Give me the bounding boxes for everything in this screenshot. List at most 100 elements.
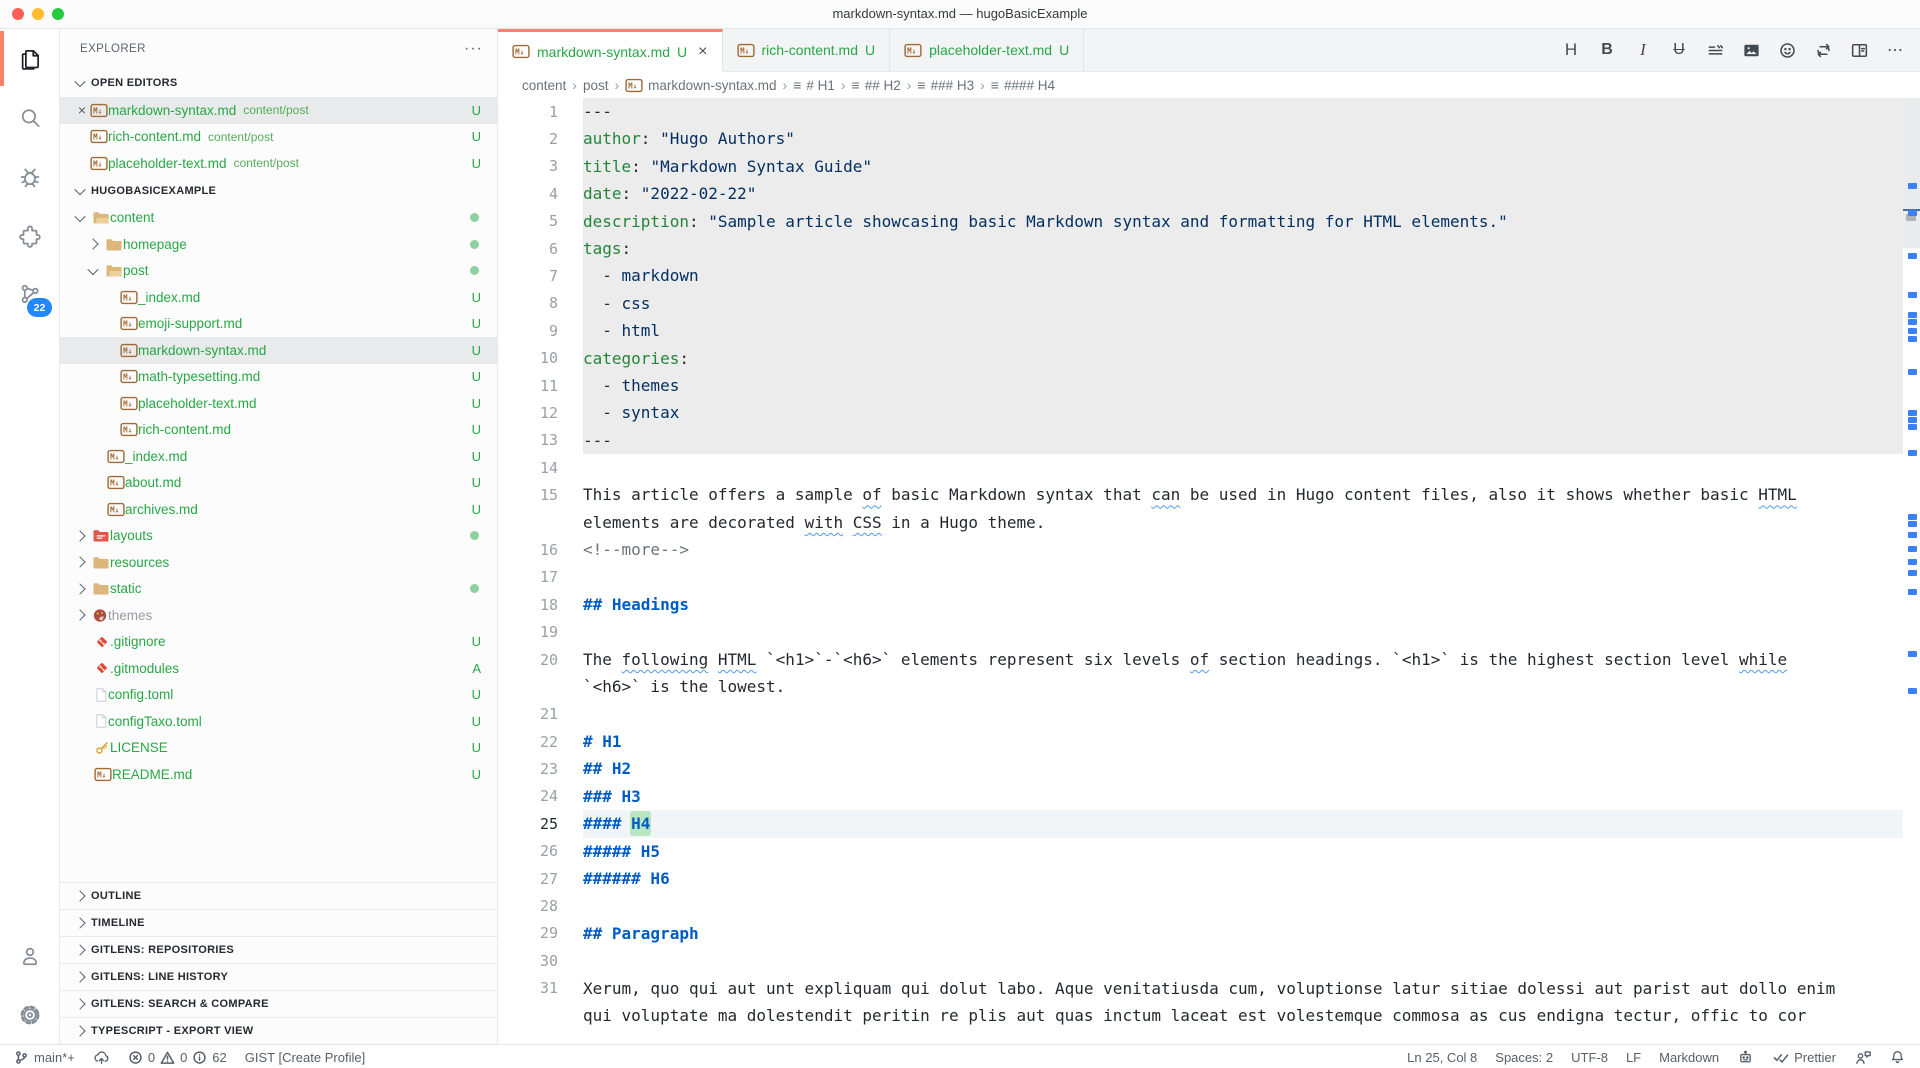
workspace-root-header[interactable]: HUGOBASICEXAMPLE <box>60 177 497 205</box>
code-area[interactable]: 1---2author: "Hugo Authors"3title: "Mark… <box>498 98 1920 1044</box>
heading-icon[interactable]: H <box>1560 39 1582 61</box>
tab-rich-content-md[interactable]: M↓rich-content.mdU <box>723 29 891 71</box>
code-line[interactable]: 27###### H6 <box>498 865 1903 892</box>
tree-item-static[interactable]: static <box>60 576 497 603</box>
line-content[interactable] <box>583 892 1903 919</box>
activity-bar-item-settings[interactable] <box>0 985 59 1044</box>
open-editor-item[interactable]: M↓placeholder-text.mdcontent/postU <box>60 150 497 177</box>
activity-bar-item-extensions[interactable] <box>0 206 59 265</box>
line-content[interactable]: The following HTML `<h1>`-`<h6>` element… <box>583 646 1903 673</box>
tree-item-license[interactable]: LICENSEU <box>60 735 497 762</box>
line-content[interactable]: ### H3 <box>583 783 1903 810</box>
gist-profile-button[interactable]: GIST [Create Profile] <box>245 1050 365 1065</box>
sync-changes-button[interactable] <box>93 1049 110 1066</box>
sidebar-panel-timeline[interactable]: TIMELINE <box>60 909 497 936</box>
code-line[interactable]: 28 <box>498 892 1903 919</box>
breadcrumb-item[interactable]: content <box>522 78 566 93</box>
code-line[interactable]: 6tags: <box>498 235 1903 262</box>
tab-placeholder-text-md[interactable]: M↓placeholder-text.mdU <box>890 29 1084 71</box>
problems-status[interactable]: 0062 <box>128 1050 227 1065</box>
end-of-line[interactable]: LF <box>1626 1050 1641 1065</box>
tree-item--index-md[interactable]: M↓_index.mdU <box>60 443 497 470</box>
breadcrumb-item[interactable]: post <box>583 78 609 93</box>
code-line[interactable]: 7 - markdown <box>498 262 1903 289</box>
breadcrumb-item[interactable]: ≡## H2 <box>852 77 901 93</box>
code-line[interactable]: 31Xerum, quo qui aut unt expliquam qui d… <box>498 975 1903 1002</box>
open-editor-item[interactable]: ×M↓markdown-syntax.mdcontent/postU <box>60 97 497 124</box>
tree-item-rich-content-md[interactable]: M↓rich-content.mdU <box>60 417 497 444</box>
code-line[interactable]: 5description: "Sample article showcasing… <box>498 208 1903 235</box>
robot-button[interactable] <box>1737 1049 1754 1066</box>
line-content[interactable]: author: "Hugo Authors" <box>583 125 1903 152</box>
code-line[interactable]: 10categories: <box>498 345 1903 372</box>
bold-icon[interactable]: B <box>1596 39 1618 61</box>
line-content[interactable]: title: "Markdown Syntax Guide" <box>583 153 1903 180</box>
breadcrumb-item[interactable]: ≡# H1 <box>793 77 835 93</box>
activity-bar-item-source-control[interactable]: 22 <box>0 265 59 324</box>
activity-bar-item-search[interactable] <box>0 88 59 147</box>
tree-item--gitmodules[interactable]: .gitmodulesA <box>60 655 497 682</box>
sidebar-panel-outline[interactable]: OUTLINE <box>60 882 497 909</box>
code-line[interactable]: 26##### H5 <box>498 838 1903 865</box>
tree-item-about-md[interactable]: M↓about.mdU <box>60 470 497 497</box>
code-line[interactable]: `<h6>` is the lowest. <box>498 673 1903 700</box>
line-content[interactable]: - syntax <box>583 399 1903 426</box>
code-line[interactable]: 15This article offers a sample of basic … <box>498 481 1903 508</box>
line-content[interactable] <box>583 564 1903 591</box>
code-line[interactable]: 20The following HTML `<h1>`-`<h6>` eleme… <box>498 646 1903 673</box>
line-content[interactable]: - themes <box>583 372 1903 399</box>
tree-item-readme-md[interactable]: M↓README.mdU <box>60 761 497 788</box>
code-line[interactable]: 18## Headings <box>498 591 1903 618</box>
code-line[interactable]: 24### H3 <box>498 783 1903 810</box>
more-actions-icon[interactable]: ⋯ <box>1884 39 1906 61</box>
open-editor-item[interactable]: M↓rich-content.mdcontent/postU <box>60 124 497 151</box>
notifications-bell[interactable] <box>1889 1049 1906 1066</box>
line-content[interactable]: tags: <box>583 235 1903 262</box>
code-line[interactable]: 12 - syntax <box>498 399 1903 426</box>
line-content[interactable] <box>583 618 1903 645</box>
open-editors-section-header[interactable]: OPEN EDITORS <box>60 69 497 97</box>
line-content[interactable]: elements are decorated with CSS in a Hug… <box>583 509 1903 536</box>
language-mode[interactable]: Markdown <box>1659 1050 1719 1065</box>
line-content[interactable]: - html <box>583 317 1903 344</box>
sidebar-panel-gitlens-repositories[interactable]: GITLENS: REPOSITORIES <box>60 936 497 963</box>
line-content[interactable]: - css <box>583 290 1903 317</box>
strikethrough-icon[interactable]: U <box>1668 39 1690 61</box>
code-line[interactable]: 22# H1 <box>498 728 1903 755</box>
line-content[interactable]: ## Paragraph <box>583 920 1903 947</box>
tab-markdown-syntax-md[interactable]: M↓markdown-syntax.mdU× <box>498 29 723 72</box>
breadcrumb-item[interactable]: ≡#### H4 <box>991 77 1055 93</box>
line-content[interactable]: ###### H6 <box>583 865 1903 892</box>
breadcrumb-item[interactable]: M↓markdown-syntax.md <box>625 78 776 93</box>
tree-item-post[interactable]: post <box>60 258 497 285</box>
cursor-position[interactable]: Ln 25, Col 8 <box>1407 1050 1477 1065</box>
indentation[interactable]: Spaces: 2 <box>1495 1050 1553 1065</box>
tree-item-config-toml[interactable]: config.tomlU <box>60 682 497 709</box>
scrollbar-thumb[interactable] <box>1903 98 1920 248</box>
code-line[interactable]: 29## Paragraph <box>498 920 1903 947</box>
sidebar-panel-gitlens-search-compare[interactable]: GITLENS: SEARCH & COMPARE <box>60 990 497 1017</box>
tree-item-emoji-support-md[interactable]: M↓emoji-support.mdU <box>60 311 497 338</box>
code-line[interactable]: 8 - css <box>498 290 1903 317</box>
line-content[interactable]: #### H4 <box>583 810 1903 837</box>
line-content[interactable] <box>583 701 1903 728</box>
code-line[interactable]: qui voluptate ma dolestendit peritin re … <box>498 1002 1903 1029</box>
emoji-icon[interactable] <box>1776 39 1798 61</box>
tree-item-archives-md[interactable]: M↓archives.mdU <box>60 496 497 523</box>
code-line[interactable]: 19 <box>498 618 1903 645</box>
line-content[interactable]: This article offers a sample of basic Ma… <box>583 481 1903 508</box>
tree-item-homepage[interactable]: homepage <box>60 231 497 258</box>
code-line[interactable]: 1--- <box>498 98 1903 125</box>
line-content[interactable]: qui voluptate ma dolestendit peritin re … <box>583 1002 1903 1029</box>
tree-item-placeholder-text-md[interactable]: M↓placeholder-text.mdU <box>60 390 497 417</box>
line-content[interactable]: description: "Sample article showcasing … <box>583 208 1903 235</box>
line-content[interactable]: ##### H5 <box>583 838 1903 865</box>
line-content[interactable]: <!--more--> <box>583 536 1903 563</box>
line-content[interactable] <box>583 947 1903 974</box>
code-line[interactable]: 11 - themes <box>498 372 1903 399</box>
blockquote-icon[interactable] <box>1704 39 1726 61</box>
code-line[interactable]: 2author: "Hugo Authors" <box>498 125 1903 152</box>
code-line[interactable]: 23## H2 <box>498 755 1903 782</box>
sidebar-panel-typescript-export-view[interactable]: TYPESCRIPT - EXPORT VIEW <box>60 1017 497 1044</box>
sync-icon[interactable] <box>1812 39 1834 61</box>
